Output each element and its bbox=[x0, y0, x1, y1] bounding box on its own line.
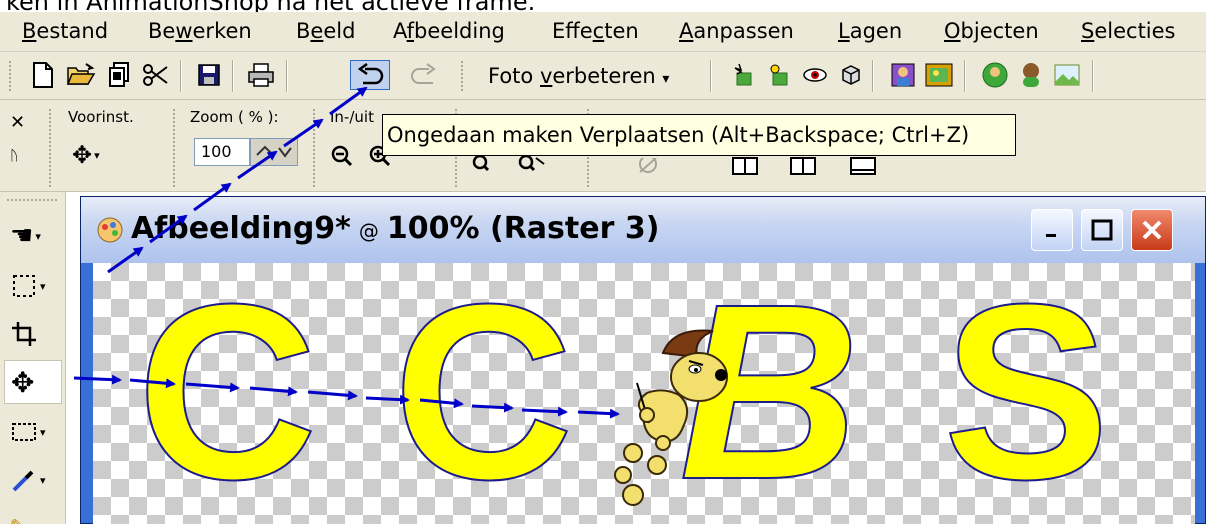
pin-icon[interactable]: ᚢ bbox=[10, 148, 18, 164]
menu-lagen[interactable]: Lagen bbox=[838, 18, 902, 44]
brightness-icon[interactable] bbox=[764, 60, 794, 90]
preset-label: Voorinst. bbox=[68, 108, 134, 126]
menu-aanpassen[interactable]: Aanpassen bbox=[679, 18, 794, 44]
eyedropper-icon bbox=[12, 470, 34, 492]
menu-afbeelding[interactable]: Afbeelding bbox=[393, 18, 505, 44]
toolbar-grip[interactable] bbox=[48, 108, 52, 188]
crop-icon bbox=[12, 322, 36, 346]
menu-bar: Bestand Bewerken Beeld Afbeelding Effect… bbox=[0, 12, 1206, 52]
move-tool[interactable]: ✥ bbox=[4, 360, 62, 404]
menu-effecten[interactable]: Effecten bbox=[552, 18, 639, 44]
window-tile-icon[interactable] bbox=[788, 156, 818, 180]
zoom-out-icon[interactable] bbox=[330, 144, 354, 172]
toolbar-grip[interactable] bbox=[8, 60, 12, 92]
disabled-tool-icon bbox=[632, 155, 664, 180]
toolbar-separator bbox=[232, 60, 234, 92]
marquee-icon bbox=[12, 423, 36, 441]
rectangle-select-tool[interactable]: ▾ bbox=[4, 410, 62, 454]
dropper-tool[interactable]: ▾ bbox=[4, 458, 62, 502]
landscape-icon[interactable] bbox=[1052, 60, 1082, 90]
undo-icon[interactable] bbox=[350, 60, 390, 90]
menu-beeld[interactable]: Beeld bbox=[296, 18, 355, 44]
menu-objecten[interactable]: Objecten bbox=[944, 18, 1039, 44]
maximize-button[interactable] bbox=[1081, 209, 1123, 251]
menu-bestand[interactable]: Bestand bbox=[22, 18, 108, 44]
red-eye-icon[interactable] bbox=[800, 60, 830, 90]
tree-icon[interactable] bbox=[1016, 60, 1046, 90]
window-single-icon[interactable] bbox=[848, 156, 878, 180]
film-strip-icon[interactable] bbox=[924, 60, 954, 90]
hand-icon: ☚ bbox=[10, 221, 34, 251]
zoom-in-out-label: In-/uit bbox=[330, 108, 374, 126]
user-green-icon[interactable] bbox=[980, 60, 1010, 90]
crop-tool[interactable] bbox=[4, 312, 62, 356]
paint-tool[interactable]: ✎ bbox=[4, 504, 62, 524]
toolbar-grip[interactable] bbox=[6, 198, 58, 202]
brush-icon: ✎ bbox=[10, 516, 25, 524]
window-tile-icon[interactable] bbox=[730, 156, 760, 180]
new-document-icon[interactable] bbox=[28, 60, 58, 90]
image-window-title: Afbeelding9* @100% (Raster 3) bbox=[131, 211, 660, 246]
save-icon[interactable] bbox=[194, 60, 224, 90]
move-preset-icon: ✥ bbox=[72, 141, 93, 169]
toolbar-separator bbox=[710, 60, 712, 92]
close-button[interactable] bbox=[1131, 209, 1173, 251]
print-icon[interactable] bbox=[246, 60, 276, 90]
zoom-label: Zoom ( % ): bbox=[190, 108, 279, 126]
zoom-spinner[interactable] bbox=[250, 138, 298, 166]
canvas-letter-s: S bbox=[942, 263, 1111, 524]
browse-icon[interactable] bbox=[104, 60, 134, 90]
minimize-icon bbox=[1046, 234, 1056, 237]
open-folder-icon[interactable] bbox=[66, 60, 96, 90]
toolbar-separator bbox=[180, 60, 182, 92]
zoom-input[interactable]: 100 bbox=[194, 138, 250, 166]
toolbar-grip[interactable] bbox=[460, 60, 464, 92]
toolbar-grip[interactable] bbox=[172, 108, 176, 188]
minimize-button[interactable] bbox=[1031, 209, 1073, 251]
maximize-icon bbox=[1091, 219, 1113, 241]
cartoon-dog-clipart bbox=[614, 329, 728, 506]
undo-tooltip: Ongedaan maken Verplaatsen (Alt+Backspac… bbox=[382, 114, 1016, 156]
color-adjust-icon[interactable] bbox=[730, 60, 760, 90]
close-palette-icon[interactable]: ✕ bbox=[10, 112, 25, 133]
app-logo-icon bbox=[95, 215, 125, 249]
zoom-in-rect-icon[interactable] bbox=[470, 154, 500, 178]
image-titlebar[interactable]: Afbeelding9* @100% (Raster 3) bbox=[81, 197, 1205, 263]
close-icon bbox=[1142, 220, 1162, 240]
canvas-letter-c2: C bbox=[392, 263, 575, 524]
toolbar-grip[interactable] bbox=[312, 108, 316, 188]
portrait-icon[interactable] bbox=[888, 60, 918, 90]
standard-toolbar: Foto verbeteren ▾ bbox=[0, 52, 1206, 100]
toolbar-separator bbox=[286, 60, 288, 92]
cube-icon[interactable] bbox=[836, 60, 866, 90]
pan-tool[interactable]: ☚ ▾ bbox=[4, 214, 62, 258]
menu-selecties[interactable]: Selecties bbox=[1081, 18, 1176, 44]
redo-icon[interactable] bbox=[410, 60, 440, 90]
preset-dropdown[interactable]: ✥ ▾ bbox=[72, 140, 122, 170]
canvas-letter-c1: C bbox=[136, 263, 319, 524]
scissors-icon[interactable] bbox=[140, 60, 170, 90]
menu-bewerken[interactable]: Bewerken bbox=[148, 18, 252, 44]
tools-palette: ☚▾ ▾ ✥ ▾ ▾ ✎ bbox=[0, 192, 66, 524]
selection-icon bbox=[13, 275, 35, 297]
zoom-out-rect-icon[interactable] bbox=[516, 154, 548, 178]
toolbar-separator bbox=[872, 60, 874, 92]
selection-tool[interactable]: ▾ bbox=[4, 264, 62, 308]
image-window: Afbeelding9* @100% (Raster 3) C C B S bbox=[80, 196, 1206, 524]
toolbar-separator bbox=[964, 60, 966, 92]
move-icon: ✥ bbox=[11, 365, 35, 399]
enhance-photo-dropdown[interactable]: Foto verbeteren ▾ bbox=[480, 60, 677, 92]
image-canvas[interactable]: C C B S bbox=[93, 263, 1195, 524]
toolbar-separator bbox=[1092, 60, 1094, 92]
